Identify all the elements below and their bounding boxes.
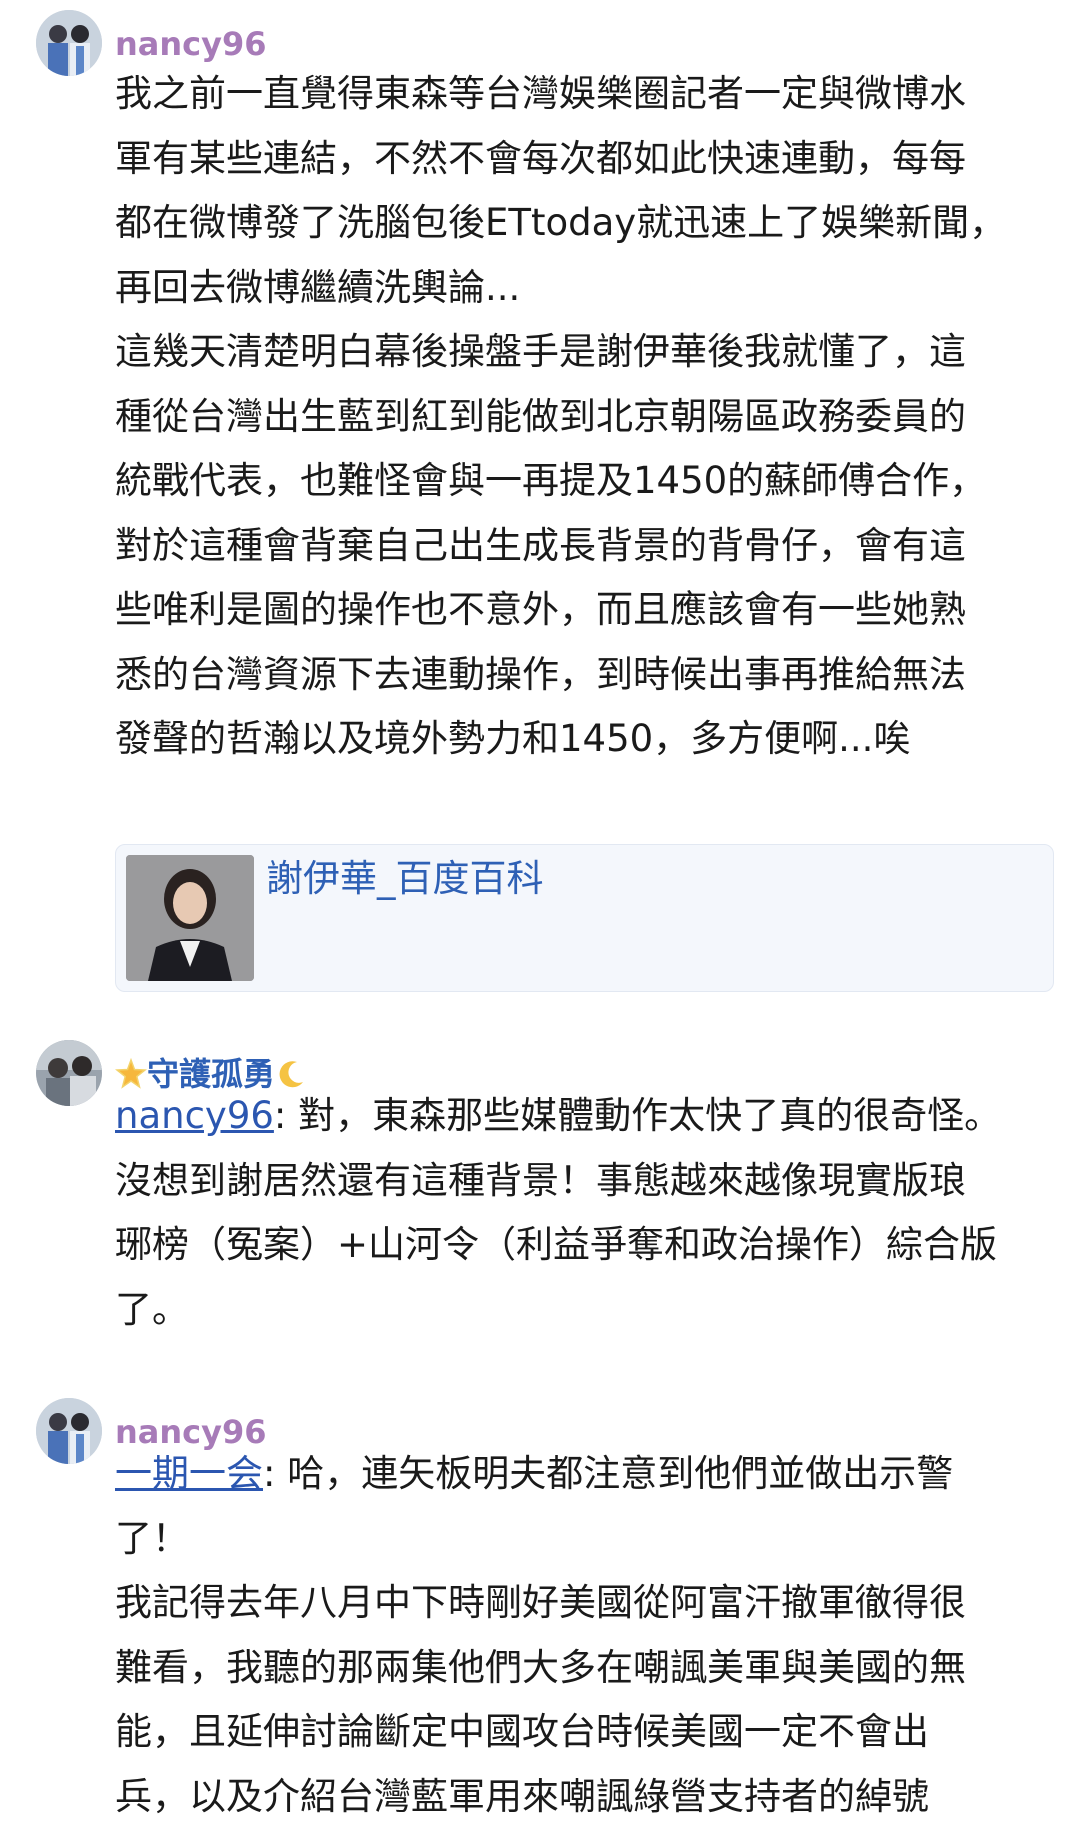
link-preview-card[interactable]: 謝伊華_百度百科: [115, 844, 1054, 992]
comment-body: 我之前一直覺得東森等台灣娛樂圈記者一定與微博水 軍有某些連結，不然不會每次都如此…: [115, 62, 1065, 772]
paragraph: 我之前一直覺得東森等台灣娛樂圈記者一定與微博水 軍有某些連結，不然不會每次都如此…: [115, 72, 1007, 309]
paragraph: nancy96: 對，東森那些媒體動作太快了真的很奇怪。 沒想到謝居然還有這種背…: [115, 1094, 1002, 1331]
avatar[interactable]: [36, 1398, 102, 1464]
username[interactable]: nancy96: [115, 24, 267, 64]
comment-body: 一期一会: 哈，連矢板明夫都注意到他們並做出示警 了！ 我記得去年八月中下時剛好…: [115, 1442, 1065, 1829]
avatar[interactable]: [36, 10, 102, 76]
avatar[interactable]: [36, 1040, 102, 1106]
paragraph: 這幾天清楚明白幕後操盤手是謝伊華後我就懂了，這 種從台灣出生藍到紅到能做到北京朝…: [115, 330, 987, 760]
link-title[interactable]: 謝伊華_百度百科: [266, 855, 544, 903]
paragraph: 一期一会: 哈，連矢板明夫都注意到他們並做出示警 了！: [115, 1452, 954, 1560]
mention-link[interactable]: 一期一会: [115, 1452, 263, 1495]
comment-body: nancy96: 對，東森那些媒體動作太快了真的很奇怪。 沒想到謝居然還有這種背…: [115, 1084, 1065, 1342]
link-thumbnail: [126, 855, 254, 981]
paragraph: 我記得去年八月中下時剛好美國從阿富汗撤軍徹得很 難看，我聽的那兩集他們大多在嘲諷…: [115, 1581, 966, 1818]
mention-link[interactable]: nancy96: [115, 1094, 274, 1137]
